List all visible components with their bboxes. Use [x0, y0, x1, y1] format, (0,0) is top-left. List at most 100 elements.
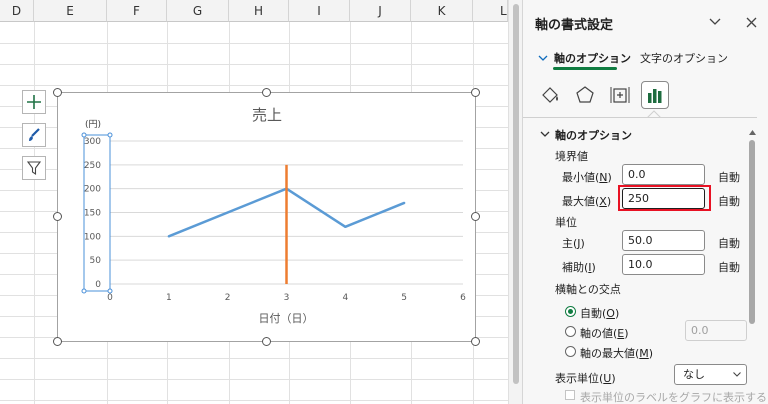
tab-axis-options[interactable]: 軸のオプション — [554, 50, 631, 66]
column-header-I[interactable]: I — [289, 0, 350, 22]
chevron-down-icon — [709, 18, 721, 25]
y-tick-label: 250 — [84, 161, 101, 171]
show-units-label-checkbox[interactable] — [565, 390, 575, 400]
grid-line — [0, 64, 508, 65]
resize-handle-top-left[interactable] — [53, 88, 62, 97]
filter-icon — [26, 161, 42, 176]
cross-value-radio[interactable] — [565, 326, 576, 337]
cross-value-input[interactable]: 0.0 — [685, 320, 747, 341]
display-units-label: 表示単位(U) — [555, 372, 616, 385]
grid-line — [0, 400, 508, 401]
data-point[interactable] — [402, 201, 406, 205]
size-properties-icon — [610, 87, 630, 103]
max-bound-input[interactable]: 250 — [622, 188, 705, 209]
crosses-label: 横軸との交点 — [555, 283, 621, 296]
column-header-E[interactable]: E — [34, 0, 107, 22]
resize-handle-top-right[interactable] — [471, 88, 480, 97]
x-tick-label: 5 — [401, 293, 407, 303]
column-header-K[interactable]: K — [411, 0, 473, 22]
column-header-L[interactable]: L — [473, 0, 508, 22]
grid-line — [0, 358, 508, 359]
fill-line-tab[interactable] — [539, 84, 561, 106]
column-header-H[interactable]: H — [229, 0, 289, 22]
resize-handle-bottom-right[interactable] — [471, 337, 480, 346]
display-units-select[interactable]: なし — [674, 364, 747, 385]
pane-scroll-up-button[interactable] — [749, 125, 756, 135]
y-tick-label: 150 — [84, 209, 101, 219]
chart-area[interactable]: 売上 (円) 日付（日） 0 50 100 150 200 250 300 0 1 2 3 4 5 6 — [57, 92, 476, 342]
max-auto-button[interactable]: 自動 — [718, 193, 740, 209]
brush-icon — [29, 128, 40, 141]
section-collapse-button[interactable] — [539, 128, 551, 140]
minor-unit-input[interactable]: 10.0 — [622, 254, 705, 275]
x-axis-title[interactable]: 日付（日） — [259, 312, 314, 325]
major-label: 主(J) — [562, 237, 585, 250]
y-axis-selection-handle[interactable] — [81, 288, 87, 294]
grid-line — [0, 85, 508, 86]
x-tick-label: 2 — [225, 293, 231, 303]
cross-max-label: 軸の最大値(M) — [580, 347, 654, 360]
chevron-down-icon — [538, 55, 548, 61]
resize-handle-bottom[interactable] — [262, 337, 271, 346]
y-axis-unit-label: (円) — [85, 119, 101, 130]
pane-divider — [523, 117, 757, 118]
y-tick-label: 0 — [95, 280, 101, 290]
column-header-G[interactable]: G — [167, 0, 229, 22]
x-tick-label: 6 — [460, 293, 466, 303]
chevron-down-icon — [540, 131, 550, 137]
bounds-label: 境界値 — [555, 150, 588, 163]
major-unit-input[interactable]: 50.0 — [622, 230, 705, 251]
axis-options-tab[interactable] — [641, 81, 669, 109]
min-bound-input[interactable]: 0.0 — [622, 164, 705, 185]
y-tick-label: 300 — [84, 137, 101, 147]
x-tick-label: 0 — [107, 293, 113, 303]
chart-plot: 売上 (円) 日付（日） 0 50 100 150 200 250 300 0 1 2 3 4 5 6 — [81, 106, 466, 325]
min-auto-button[interactable]: 自動 — [718, 169, 740, 185]
x-tick-label: 1 — [166, 293, 172, 303]
min-label: 最小値(N) — [562, 171, 612, 184]
active-tab-indicator — [553, 67, 617, 70]
scrollbar-thumb[interactable] — [513, 4, 519, 384]
column-header-F[interactable]: F — [107, 0, 167, 22]
resize-handle-right[interactable] — [471, 212, 480, 221]
data-point[interactable] — [344, 225, 347, 228]
chart-title[interactable]: 売上 — [252, 106, 282, 124]
close-icon — [746, 17, 756, 27]
grid-line — [0, 43, 508, 44]
tab-text-options[interactable]: 文字のオプション — [640, 50, 728, 66]
worksheet[interactable]: D E F G H I J K L 売上 (円) 日付（日） 0 50 100 … — [0, 0, 508, 404]
chart-elements-button[interactable] — [22, 90, 46, 114]
minor-label: 補助(I) — [562, 261, 596, 274]
data-point[interactable] — [167, 235, 171, 238]
sheet-scrollbar[interactable] — [508, 0, 522, 404]
show-units-label-text: 表示単位のラベルをグラフに表示する — [580, 391, 767, 404]
grid-line — [34, 22, 35, 404]
axis-options-expand-button[interactable] — [537, 52, 549, 64]
close-pane-button[interactable] — [741, 12, 761, 32]
size-properties-tab[interactable] — [609, 84, 631, 106]
x-tick-label: 4 — [342, 293, 348, 303]
format-axis-pane: 軸の書式設定 軸のオプション 文字のオプション 軸のオプション 境界値 最小値(… — [522, 0, 768, 404]
resize-handle-bottom-left[interactable] — [53, 337, 62, 346]
major-auto-button[interactable]: 自動 — [718, 235, 740, 251]
grid-line — [0, 379, 508, 380]
effects-tab[interactable] — [574, 84, 596, 106]
resize-handle-left[interactable] — [53, 212, 62, 221]
cross-auto-label: 自動(O) — [580, 307, 620, 320]
cross-max-radio[interactable] — [565, 346, 576, 357]
y-tick-label: 50 — [90, 256, 102, 266]
y-axis-selection-handle[interactable] — [107, 132, 113, 138]
chart-filters-button[interactable] — [22, 156, 46, 180]
units-label: 単位 — [555, 216, 577, 229]
column-header-J[interactable]: J — [350, 0, 411, 22]
chart-styles-button[interactable] — [22, 123, 46, 147]
pane-options-button[interactable] — [705, 12, 725, 32]
paint-bucket-icon — [542, 87, 558, 103]
bar-chart-icon — [648, 89, 662, 103]
column-header-D[interactable]: D — [0, 0, 34, 22]
cross-auto-radio[interactable] — [565, 306, 576, 317]
pane-scrollbar-thumb[interactable] — [749, 140, 755, 324]
minor-auto-button[interactable]: 自動 — [718, 259, 740, 275]
pentagon-icon — [576, 86, 594, 103]
resize-handle-top[interactable] — [262, 88, 271, 97]
